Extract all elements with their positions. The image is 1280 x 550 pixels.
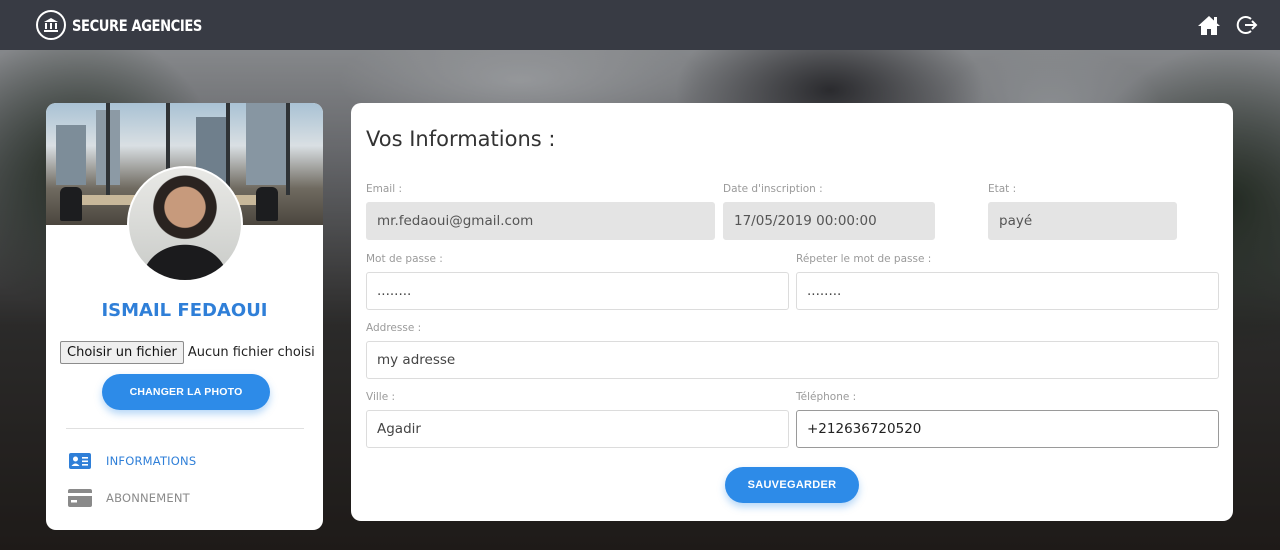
navbar: SECURE AGENCIES bbox=[0, 0, 1280, 50]
address-field[interactable] bbox=[366, 341, 1219, 379]
file-input[interactable]: Choisir un fichier Aucun fichier choisi bbox=[60, 341, 315, 364]
file-status: Aucun fichier choisi bbox=[187, 345, 315, 360]
email-field[interactable] bbox=[366, 202, 715, 240]
choose-file-button[interactable]: Choisir un fichier bbox=[60, 341, 184, 364]
brand-name: SECURE AGENCIES bbox=[72, 15, 202, 35]
profile-name: ISMAIL FEDAOUI bbox=[101, 300, 268, 321]
phone-field[interactable] bbox=[796, 410, 1219, 448]
save-button[interactable]: SAUVEGARDER bbox=[725, 467, 859, 503]
menu-item-informations[interactable]: INFORMATIONS bbox=[68, 452, 196, 470]
menu-item-label: ABONNEMENT bbox=[106, 491, 190, 505]
page-title: Vos Informations : bbox=[366, 127, 556, 151]
phone-label: Téléphone : bbox=[796, 391, 857, 403]
divider bbox=[66, 428, 304, 429]
password-label: Mot de passe : bbox=[366, 253, 443, 265]
password-repeat-field[interactable] bbox=[796, 272, 1219, 310]
address-label: Addresse : bbox=[366, 322, 422, 334]
city-field[interactable] bbox=[366, 410, 789, 448]
etat-field[interactable] bbox=[988, 202, 1177, 240]
home-icon[interactable] bbox=[1196, 12, 1222, 38]
avatar bbox=[127, 166, 243, 282]
info-card: Vos Informations : Email : Date d'inscri… bbox=[351, 103, 1233, 521]
password-field[interactable] bbox=[366, 272, 789, 310]
logout-icon[interactable] bbox=[1234, 12, 1260, 38]
date-field[interactable] bbox=[723, 202, 935, 240]
credit-card-icon bbox=[68, 489, 92, 507]
city-label: Ville : bbox=[366, 391, 396, 403]
profile-card: ISMAIL FEDAOUI Choisir un fichier Aucun … bbox=[46, 103, 323, 530]
etat-label: Etat : bbox=[988, 183, 1017, 195]
password-repeat-label: Répeter le mot de passe : bbox=[796, 253, 932, 265]
menu-item-label: INFORMATIONS bbox=[106, 454, 197, 468]
date-label: Date d'inscription : bbox=[723, 183, 823, 195]
bank-icon bbox=[36, 10, 66, 40]
brand[interactable]: SECURE AGENCIES bbox=[36, 10, 231, 40]
change-photo-button[interactable]: CHANGER LA PHOTO bbox=[102, 374, 270, 410]
menu-item-abonnement[interactable]: ABONNEMENT bbox=[68, 489, 190, 507]
email-label: Email : bbox=[366, 183, 403, 195]
id-card-icon bbox=[68, 452, 92, 470]
active-pointer bbox=[303, 452, 323, 488]
